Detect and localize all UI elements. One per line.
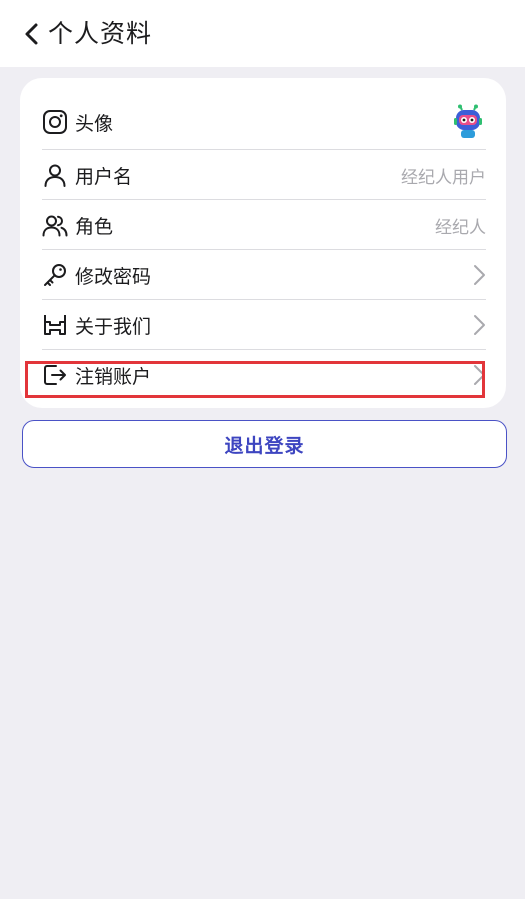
about-us-label: 关于我们: [75, 315, 152, 338]
instagram-icon: [42, 109, 68, 135]
logout-icon: [42, 362, 68, 388]
avatar-row[interactable]: 头像: [42, 94, 486, 150]
profile-card: 头像 用户名 经纪人用户 角色 经纪人 修改密码 关于我们 注销账户: [20, 78, 506, 408]
username-row: 用户名 经纪人用户: [42, 150, 486, 200]
chevron-right-icon: [466, 362, 486, 388]
username-value: 经纪人用户: [401, 167, 486, 188]
logout-button[interactable]: 退出登录: [22, 420, 507, 468]
deactivate-account-row[interactable]: 注销账户: [42, 350, 486, 400]
key-icon: [42, 262, 68, 288]
users-icon: [42, 212, 68, 238]
username-label: 用户名: [75, 165, 133, 188]
chevron-left-icon: [25, 23, 38, 45]
about-us-row[interactable]: 关于我们: [42, 300, 486, 350]
role-label: 角色: [75, 215, 114, 238]
role-value: 经纪人: [435, 217, 486, 238]
back-button[interactable]: [14, 16, 50, 52]
avatar[interactable]: [450, 104, 486, 140]
role-row: 角色 经纪人: [42, 200, 486, 250]
about-icon: [42, 312, 68, 338]
change-password-label: 修改密码: [75, 265, 152, 288]
user-icon: [42, 162, 68, 188]
change-password-row[interactable]: 修改密码: [42, 250, 486, 300]
page-title: 个人资料: [48, 19, 153, 48]
nav-bar: 个人资料: [0, 0, 525, 67]
chevron-right-icon: [466, 312, 486, 338]
logout-label: 退出登录: [224, 434, 305, 457]
chevron-right-icon: [466, 262, 486, 288]
deactivate-account-label: 注销账户: [75, 365, 152, 388]
avatar-label: 头像: [75, 112, 114, 135]
